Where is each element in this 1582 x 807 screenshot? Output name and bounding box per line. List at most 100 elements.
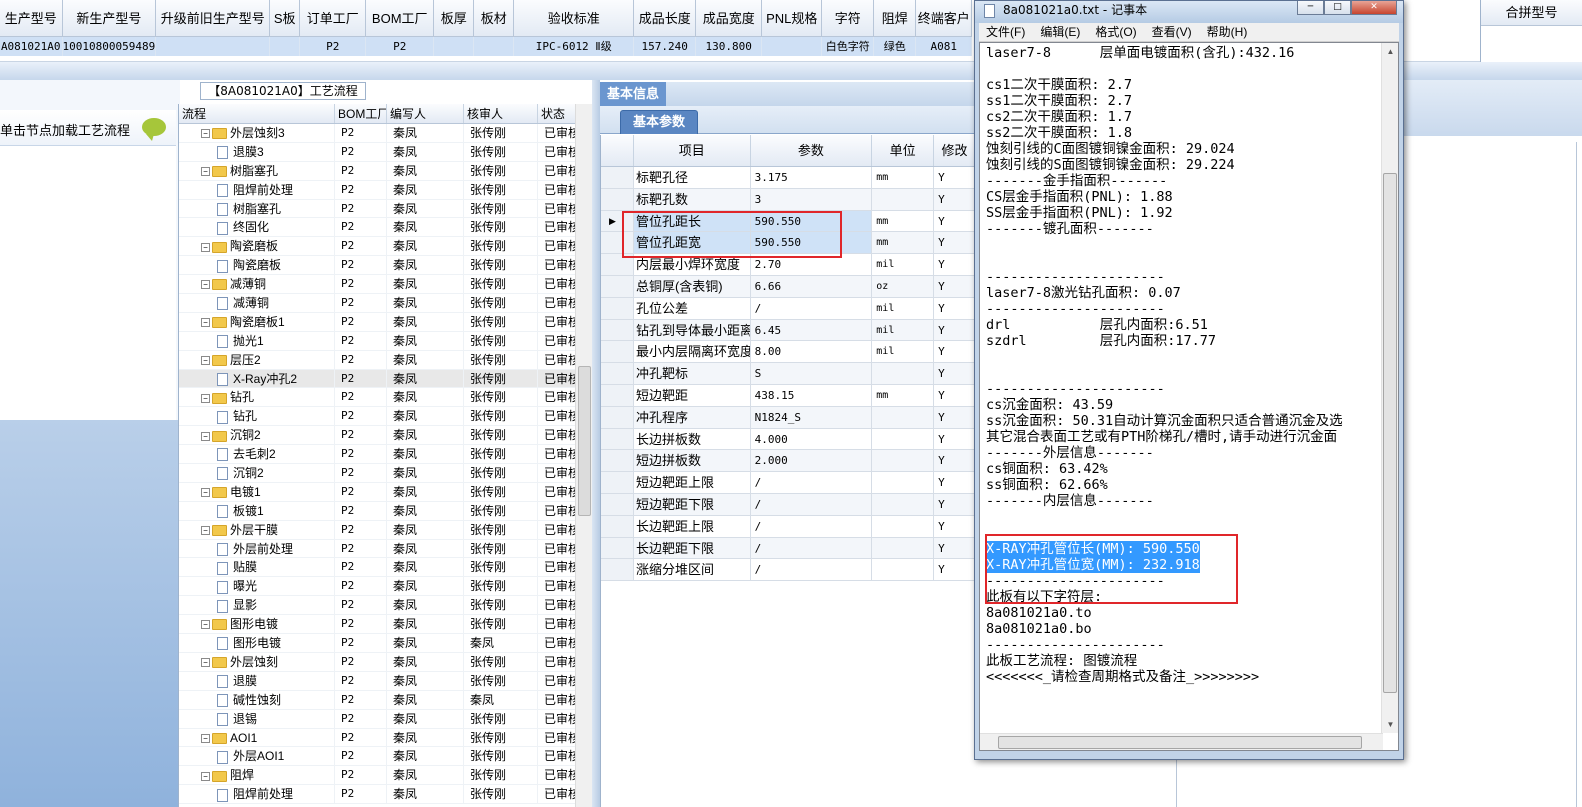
notepad-text[interactable]: laser7-8 层单面电镀面积(含孔):432.16 cs1二次干膜面积: 2.… [986,45,1378,733]
order-col-12[interactable]: 字符 [821,0,875,37]
param-modify-cell[interactable]: Y [934,188,976,210]
collapse-toggle-icon[interactable]: − [201,356,210,366]
collapse-toggle-icon[interactable]: − [201,280,210,290]
param-modify-cell[interactable]: Y [934,319,976,341]
col-writer[interactable]: 编写人 [387,104,464,123]
order-table-row[interactable]: A081021A0 10010800059489 P2 P2 IPC-6012 Ⅱ级 15… [0,36,973,56]
param-unit-cell[interactable] [872,363,935,384]
process-node[interactable]: − 陶瓷磨板 [179,237,335,256]
order-col-3[interactable]: S板 [269,0,301,37]
param-item-cell[interactable]: 冲孔程序 [633,406,751,428]
param-modify-cell[interactable]: Y [934,363,976,384]
param-value-cell[interactable]: 4.000 [751,428,873,450]
col-status[interactable]: 状态 [538,104,577,123]
param-row[interactable]: 短边拼板数 2.000 Y [601,450,976,473]
process-node[interactable]: − 钻孔 [179,388,335,407]
param-row[interactable]: 短边靶距 438.15 mm Y [601,384,976,407]
scroll-up-arrow-icon[interactable]: ▲ [1382,43,1399,60]
param-modify-cell[interactable]: Y [934,210,976,232]
notepad-menu-item[interactable]: 帮助(H) [1200,23,1255,41]
order-cell-8[interactable]: IPC-6012 Ⅱ级 [513,36,635,56]
notepad-vertical-scrollbar[interactable]: ▲ ▼ [1381,43,1398,733]
collapse-toggle-icon[interactable]: − [201,129,210,139]
collapse-toggle-icon[interactable]: − [201,488,210,498]
param-item-cell[interactable]: 涨缩分堆区间 [634,559,751,581]
param-unit-cell[interactable]: mm [872,210,935,232]
collapse-toggle-icon[interactable]: − [201,167,210,177]
process-node[interactable]: − 树脂塞孔 [179,161,335,180]
param-item-cell[interactable]: 长边靶距上限 [634,515,751,537]
param-value-cell[interactable]: / [751,472,873,493]
process-node[interactable]: 图形电镀 [179,634,335,652]
process-node[interactable]: − 减薄铜 [179,275,335,294]
param-value-cell[interactable]: 3 [750,188,873,210]
order-cell-6[interactable] [433,36,475,56]
param-unit-cell[interactable] [872,472,935,493]
panel-splitter[interactable] [592,80,600,807]
process-tree-row[interactable]: 退锡 P2 秦凤 张传刚 已审核 [179,709,592,729]
param-row[interactable]: 冲孔程序 N1824_S Y [601,406,976,429]
process-tree-row[interactable]: − 减薄铜 P2 秦凤 张传刚 已审核 [179,275,592,295]
notepad-titlebar[interactable]: 8a081021a0.txt - 记事本 ─ □ ✕ [975,1,1403,23]
param-unit-cell[interactable] [872,537,935,559]
process-tree-row[interactable]: 退膜 P2 秦凤 张传刚 已审核 [179,671,592,691]
process-tree-row[interactable]: X-Ray冲孔2 P2 秦凤 张传刚 已审核 [179,369,592,389]
row-indicator[interactable] [601,275,634,297]
param-corner[interactable] [601,135,634,166]
process-node[interactable]: 外层AOI1 [179,747,335,766]
param-value-cell[interactable]: / [750,537,873,559]
process-tree-row[interactable]: 显影 P2 秦凤 张传刚 已审核 [179,596,592,616]
collapse-toggle-icon[interactable]: − [201,431,210,441]
process-tree-scroll-thumb[interactable] [578,366,591,516]
param-item-cell[interactable]: 短边靶距上限 [634,472,751,493]
process-node[interactable]: 去毛刺2 [179,445,335,464]
param-row[interactable]: 长边靶距下限 / Y [601,537,976,560]
process-tree-row[interactable]: − 树脂塞孔 P2 秦凤 张传刚 已审核 [179,161,592,181]
process-node[interactable]: 阻焊前处理 [179,180,335,199]
param-row[interactable]: 钻孔到导体最小距离 6.45 mil Y [601,319,976,342]
param-row[interactable]: 孔位公差 / mil Y [601,297,976,320]
notepad-menu-item[interactable]: 文件(F) [979,23,1032,41]
param-item-cell[interactable]: 最小内层隔离环宽度 [634,341,751,363]
param-value-cell[interactable]: N1824_S [750,406,873,428]
notepad-menu-item[interactable]: 查看(V) [1145,23,1199,41]
process-node[interactable]: 退膜3 [179,142,335,161]
process-tree-row[interactable]: 板镀1 P2 秦凤 张传刚 已审核 [179,501,592,521]
param-unit-cell[interactable] [872,450,935,472]
param-value-cell[interactable]: 2.000 [750,450,873,472]
col-modify[interactable]: 修改 [934,135,976,166]
process-tree-row[interactable]: 沉铜2 P2 秦凤 张传刚 已审核 [179,464,592,483]
param-unit-cell[interactable]: mm [872,232,935,254]
param-modify-cell[interactable]: Y [934,559,976,581]
process-tree-row[interactable]: 曝光 P2 秦凤 张传刚 已审核 [179,577,592,597]
process-node[interactable]: − 沉铜2 [179,426,335,445]
param-modify-cell[interactable]: Y [934,297,976,319]
process-tree-row[interactable]: 外层AOI1 P2 秦凤 张传刚 已审核 [179,747,592,767]
order-col-11[interactable]: PNL规格 [761,0,823,37]
process-tree-row[interactable]: − 陶瓷磨板1 P2 秦凤 张传刚 已审核 [179,312,592,332]
param-row[interactable]: 标靶孔径 3.175 mm Y [601,167,976,189]
col-param[interactable]: 参数 [751,135,873,166]
param-modify-cell[interactable]: Y [934,275,976,297]
row-indicator[interactable] [601,341,634,363]
row-indicator[interactable] [601,384,634,406]
param-unit-cell[interactable]: mil [872,319,935,341]
collapse-toggle-icon[interactable]: − [201,620,210,630]
param-value-cell[interactable]: / [750,493,873,515]
process-node[interactable]: − 外层干膜 [179,520,335,539]
process-node[interactable]: 钻孔 [179,407,335,426]
param-row[interactable]: 最小内层隔离环宽度 8.00 mil Y [601,341,976,364]
param-row[interactable]: 总铜厚(含表铜) 6.66 oz Y [601,275,976,298]
order-col-13[interactable]: 阻焊 [873,0,917,37]
param-unit-cell[interactable]: oz [872,275,935,297]
order-col-6[interactable]: 板厚 [433,0,475,37]
param-row[interactable]: 短边靶距上限 / Y [601,472,976,494]
process-tree-row[interactable]: − 外层干膜 P2 秦凤 张传刚 已审核 [179,520,592,540]
process-tree-row[interactable]: − 外层蚀刻3 P2 秦凤 张传刚 已审核 [179,124,592,143]
param-unit-cell[interactable] [872,428,935,450]
param-value-cell[interactable]: 438.15 [751,384,873,406]
collapse-toggle-icon[interactable]: − [201,658,210,668]
param-modify-cell[interactable]: Y [934,537,976,559]
process-tree-row[interactable]: − 沉铜2 P2 秦凤 张传刚 已审核 [179,426,592,446]
param-unit-cell[interactable]: mil [872,297,935,319]
